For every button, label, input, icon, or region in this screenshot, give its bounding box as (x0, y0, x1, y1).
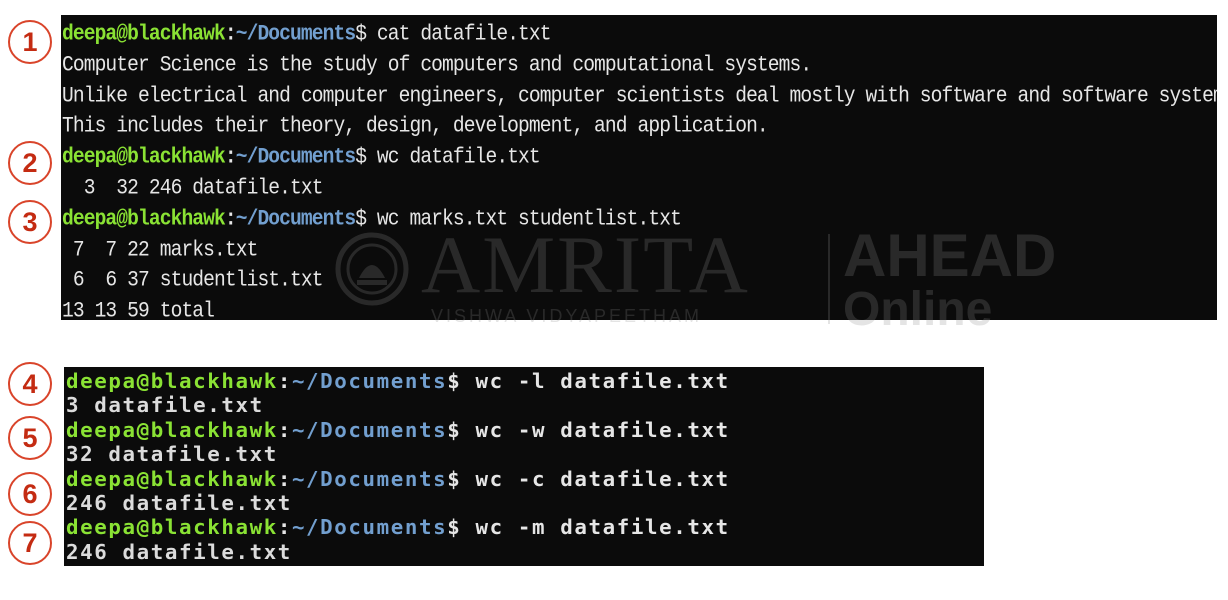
output-line: 6 6 37 studentlist.txt (62, 268, 324, 293)
prompt-colon: : (224, 144, 237, 170)
step-marker-4: 4 (8, 362, 52, 406)
output-line: 32 datafile.txt (66, 442, 278, 467)
step-marker-7: 7 (8, 521, 52, 565)
output-line: This includes their theory, design, deve… (62, 114, 769, 139)
output-line: 3 datafile.txt (66, 393, 264, 418)
prompt-dollar: $ (355, 144, 367, 170)
step-marker-6: 6 (8, 472, 52, 516)
prompt-path: ~/Documents (291, 417, 448, 442)
prompt-user: deepa@blackhawk (62, 206, 226, 232)
prompt-user: deepa@blackhawk (62, 144, 226, 170)
command-text: wc -c datafile.txt (461, 466, 730, 491)
prompt-dollar: $ (447, 466, 462, 491)
step-marker-1: 1 (8, 20, 52, 64)
prompt-path: ~/Documents (291, 515, 448, 540)
step-marker-3: 3 (8, 200, 52, 244)
output-line: 7 7 22 marks.txt (62, 237, 259, 262)
command-text: wc datafile.txt (366, 144, 541, 170)
prompt-line: deepa@blackhawk:~/Documents$ wc -m dataf… (66, 515, 984, 539)
prompt-line: deepa@blackhawk:~/Documents$ wc marks.tx… (62, 202, 1217, 236)
output-line: Unlike electrical and computer engineers… (62, 83, 1217, 108)
output-line: 13 13 59 total (62, 298, 215, 320)
prompt-path: ~/Documents (235, 206, 356, 232)
prompt-dollar: $ (447, 369, 462, 393)
prompt-dollar: $ (447, 417, 462, 442)
prompt-dollar: $ (355, 21, 367, 47)
prompt-user: deepa@blackhawk (66, 466, 278, 491)
prompt-user: deepa@blackhawk (62, 21, 226, 47)
prompt-colon: : (277, 417, 292, 442)
output-line: 246 datafile.txt (66, 490, 292, 515)
prompt-line: deepa@blackhawk:~/Documents$ wc datafile… (62, 140, 1217, 174)
prompt-user: deepa@blackhawk (66, 417, 278, 442)
prompt-path: ~/Documents (235, 21, 356, 47)
step-marker-5: 5 (8, 416, 52, 460)
command-text: cat datafile.txt (366, 21, 552, 47)
prompt-colon: : (277, 466, 292, 491)
prompt-line: deepa@blackhawk:~/Documents$ wc -l dataf… (66, 369, 984, 393)
prompt-dollar: $ (447, 515, 462, 540)
prompt-colon: : (277, 369, 292, 393)
prompt-path: ~/Documents (291, 466, 448, 491)
output-line: 3 32 246 datafile.txt (62, 175, 324, 201)
step-marker-2: 2 (8, 141, 52, 185)
command-text: wc -w datafile.txt (461, 417, 730, 442)
prompt-line: deepa@blackhawk:~/Documents$ wc -c dataf… (66, 467, 984, 491)
prompt-line: deepa@blackhawk:~/Documents$ cat datafil… (62, 17, 1217, 51)
command-text: wc -l datafile.txt (461, 369, 730, 393)
prompt-user: deepa@blackhawk (66, 369, 278, 393)
prompt-colon: : (224, 21, 237, 47)
prompt-line: deepa@blackhawk:~/Documents$ wc -w dataf… (66, 418, 984, 442)
output-line: Computer Science is the study of compute… (62, 52, 812, 78)
prompt-user: deepa@blackhawk (66, 515, 278, 540)
prompt-colon: : (277, 515, 292, 540)
command-text: wc -m datafile.txt (461, 515, 730, 540)
command-text: wc marks.txt studentlist.txt (366, 206, 682, 232)
terminal-window-bottom: deepa@blackhawk:~/Documents$ wc -l dataf… (64, 367, 984, 566)
prompt-path: ~/Documents (235, 144, 356, 170)
prompt-path: ~/Documents (291, 369, 448, 393)
terminal-window-top: deepa@blackhawk:~/Documents$ cat datafil… (61, 15, 1217, 320)
output-line: 246 datafile.txt (66, 539, 292, 564)
prompt-colon: : (224, 206, 237, 232)
prompt-dollar: $ (355, 206, 367, 232)
